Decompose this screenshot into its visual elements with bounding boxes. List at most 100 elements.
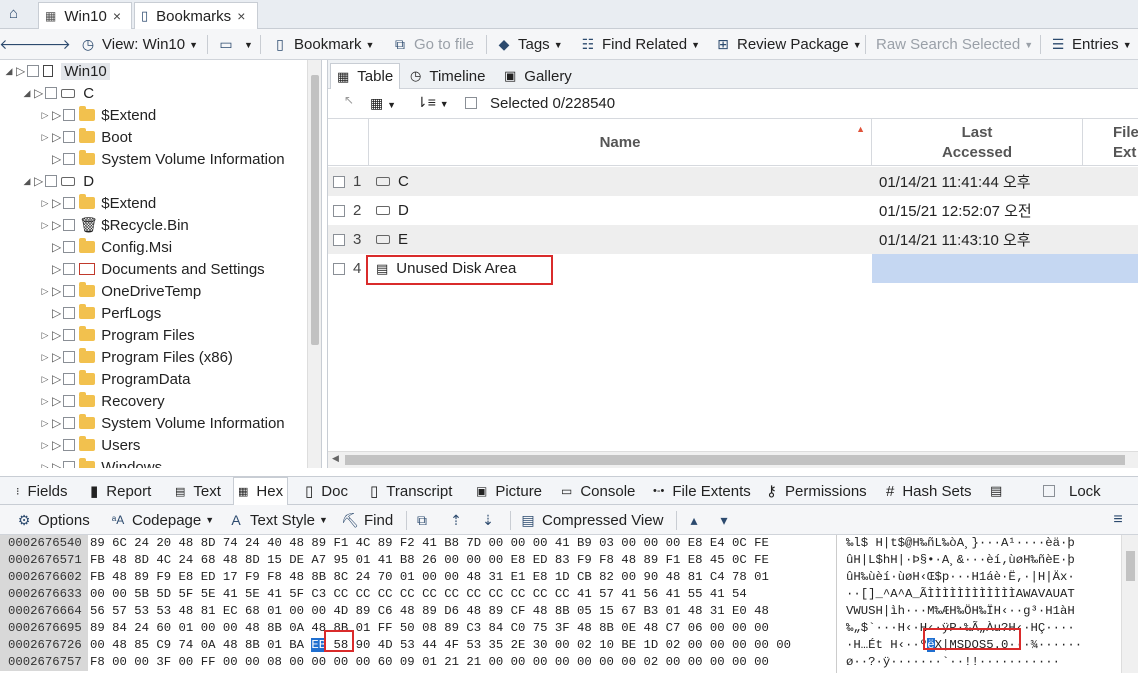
tree-checkbox[interactable] <box>63 329 76 341</box>
tree-node-win10[interactable]: ◢ ▷ Win10 <box>4 60 110 82</box>
tab-win10[interactable]: ▦ Win10 × <box>38 2 132 29</box>
tree-node-folder[interactable]: ▷ ▷ Recovery <box>40 390 165 412</box>
next-button[interactable]: ⇣ <box>480 505 502 535</box>
tab-hex[interactable]: ▦ Hex <box>233 477 289 505</box>
table-row[interactable]: 3 E 01/14/21 11:43:10 오후 <box>328 225 1138 254</box>
table-row[interactable]: 2 D 01/15/21 12:52:07 오전 <box>328 196 1138 225</box>
tree-checkbox[interactable] <box>63 131 76 143</box>
include-icon[interactable]: ▷ <box>34 86 43 100</box>
include-icon[interactable]: ▷ <box>52 372 61 386</box>
tree-checkbox[interactable] <box>27 65 40 77</box>
row-checkbox[interactable] <box>333 233 345 246</box>
include-icon[interactable]: ▷ <box>52 108 61 122</box>
expander-icon[interactable]: ▷ <box>40 440 50 451</box>
view-dropdown[interactable]: ◷ View: Win10 ▼ <box>80 29 198 60</box>
include-icon[interactable]: ▷ <box>52 350 61 364</box>
layout-dropdown[interactable]: ▭ ▼ <box>218 29 253 60</box>
select-all-checkbox[interactable] <box>465 97 477 109</box>
tree-node-folder[interactable]: ▷ ▷ OneDriveTemp <box>40 280 201 302</box>
expander-icon[interactable]: ▷ <box>40 330 50 341</box>
sort-icon[interactable]: ⇂≡ ▼ <box>416 94 449 111</box>
include-icon[interactable]: ▷ <box>52 328 61 342</box>
entries-dropdown[interactable]: ☰ Entries ▼ <box>1050 29 1132 60</box>
tab-hash-sets[interactable]: # Hash Sets <box>886 477 972 505</box>
include-icon[interactable]: ▷ <box>52 218 61 232</box>
prev-button[interactable]: ⇡ <box>448 505 470 535</box>
tree-checkbox[interactable] <box>63 439 76 451</box>
raw-search-dropdown[interactable]: Raw Search Selected ▼ <box>876 29 1033 60</box>
tree-node-folder[interactable]: ▷ ▷ ProgramData <box>40 368 190 390</box>
tree-checkbox[interactable] <box>63 461 76 468</box>
tree-node-folder[interactable]: ▷ ▷ 🗑 $Recycle.Bin <box>40 214 189 236</box>
forward-button[interactable]: 🡒 <box>33 29 71 60</box>
include-icon[interactable]: ▷ <box>52 240 61 254</box>
tree-node-folder[interactable]: ▷ Config.Msi <box>40 236 172 258</box>
scrollbar-thumb[interactable] <box>1126 551 1135 581</box>
column-last-accessed[interactable]: Last Accessed <box>872 119 1083 166</box>
text-style-dropdown[interactable]: A Text Style ▼ <box>228 505 328 535</box>
tab-doc[interactable]: ▯ Doc <box>305 477 348 505</box>
tab-bookmarks[interactable]: ▯ Bookmarks × <box>134 2 258 29</box>
include-icon[interactable]: ▷ <box>34 174 43 188</box>
scrollbar-thumb[interactable] <box>311 75 319 345</box>
expander-icon[interactable]: ▷ <box>40 374 50 385</box>
tree-node-folder[interactable]: ▷ ▷ System Volume Information <box>40 412 285 434</box>
table-row[interactable]: 1 C 01/14/21 11:41:44 오후 <box>328 167 1138 196</box>
tree-node-drive-c[interactable]: ◢ ▷ C <box>22 82 95 104</box>
codepage-dropdown[interactable]: ᵃA Codepage ▼ <box>110 505 214 535</box>
tree-node-folder[interactable]: ▷ Documents and Settings <box>40 258 265 280</box>
tree-checkbox[interactable] <box>63 285 76 297</box>
tab-permissions[interactable]: ⚷ Permissions <box>766 477 867 505</box>
tab-timeline[interactable]: ◷ Timeline <box>404 63 491 89</box>
tree-node-folder[interactable]: ▷ ▷ Program Files <box>40 324 195 346</box>
include-icon[interactable]: ▷ <box>52 306 61 320</box>
tree-checkbox[interactable] <box>63 263 76 275</box>
include-icon[interactable]: ▷ <box>52 438 61 452</box>
expander-icon[interactable]: ▷ <box>40 132 50 143</box>
tree-checkbox[interactable] <box>45 175 58 187</box>
lock-checkbox[interactable] <box>1043 485 1055 497</box>
tree-node-folder[interactable]: ▷ ▷ Program Files (x86) <box>40 346 233 368</box>
options-button[interactable]: ⚙ Options <box>16 505 90 535</box>
close-icon[interactable]: × <box>237 8 245 24</box>
tab-console[interactable]: ▭ Console <box>561 477 635 505</box>
arrow-icon[interactable]: ↖ <box>344 93 354 107</box>
row-checkbox[interactable] <box>333 175 345 188</box>
tree-checkbox[interactable] <box>63 241 76 253</box>
tree-node-folder[interactable]: ▷ System Volume Information <box>40 148 285 170</box>
hash-sets-menu[interactable]: ▤ <box>990 477 1002 505</box>
tree-checkbox[interactable] <box>63 153 76 165</box>
tab-text[interactable]: ▤ Text <box>175 477 221 505</box>
tree-node-folder[interactable]: ▷ ▷ Users <box>40 434 140 456</box>
scrollbar-thumb[interactable] <box>345 455 1125 465</box>
tab-fields[interactable]: ⁝ Fields <box>16 477 68 505</box>
include-icon[interactable]: ▷ <box>52 262 61 276</box>
tab-gallery[interactable]: ▣ Gallery <box>498 63 578 89</box>
row-checkbox[interactable] <box>333 262 345 275</box>
close-icon[interactable]: × <box>113 8 121 24</box>
tree-node-folder[interactable]: ▷ ▷ Windows <box>40 456 162 468</box>
include-icon[interactable]: ▷ <box>52 460 61 468</box>
include-icon[interactable]: ▷ <box>16 64 25 78</box>
header-checkbox-col[interactable] <box>328 119 369 166</box>
tree-scrollbar[interactable] <box>307 60 321 468</box>
include-icon[interactable]: ▷ <box>52 394 61 408</box>
bookmark-up-button[interactable]: ▴ <box>686 505 708 535</box>
tree-checkbox[interactable] <box>63 373 76 385</box>
column-file-ext[interactable]: File Ext <box>1083 119 1138 166</box>
tree-node-folder[interactable]: ▷ ▷ $Extend <box>40 192 156 214</box>
tab-table[interactable]: ▦ Table <box>330 63 401 89</box>
row-checkbox[interactable] <box>333 204 345 217</box>
tags-dropdown[interactable]: ◆ Tags ▼ <box>496 29 563 60</box>
compressed-view-button[interactable]: ▤ Compressed View <box>520 505 663 535</box>
table-horizontal-scrollbar[interactable]: ◀ <box>328 451 1138 468</box>
expander-icon[interactable]: ▷ <box>40 220 50 231</box>
include-icon[interactable]: ▷ <box>52 196 61 210</box>
tab-file-extents[interactable]: •-• File Extents <box>653 477 751 505</box>
include-icon[interactable]: ▷ <box>52 416 61 430</box>
tab-transcript[interactable]: ▯ Transcript <box>370 477 452 505</box>
expander-icon[interactable]: ▷ <box>40 352 50 363</box>
expander-icon[interactable]: ▷ <box>40 110 50 121</box>
tree-checkbox[interactable] <box>63 417 76 429</box>
include-icon[interactable]: ▷ <box>52 152 61 166</box>
